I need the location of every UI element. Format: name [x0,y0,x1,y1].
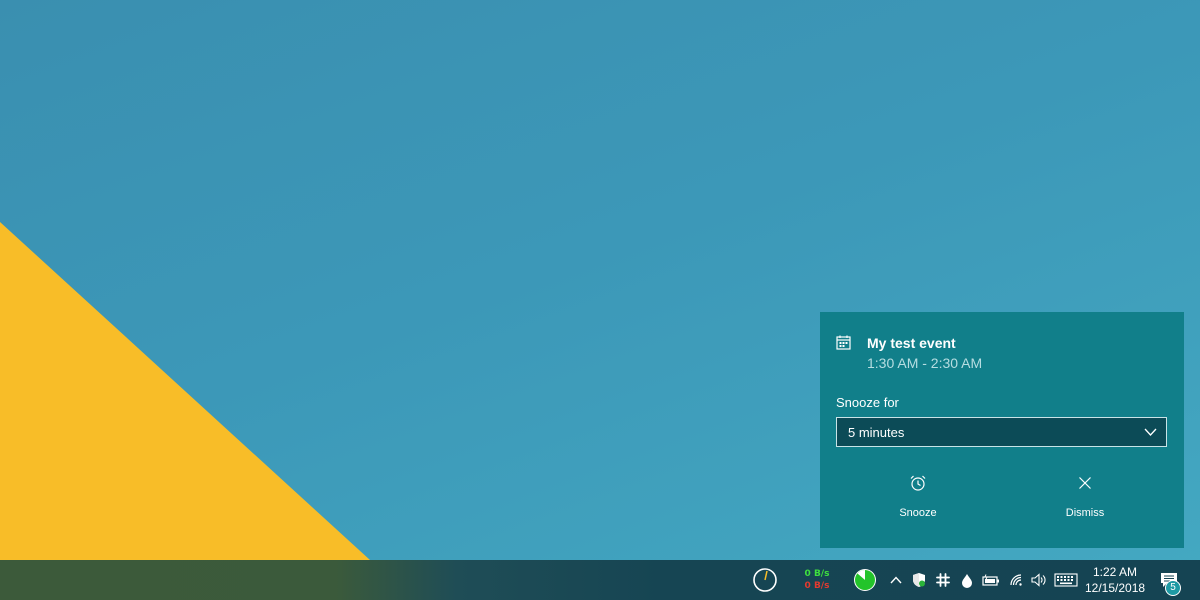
cpu-gauge-icon [753,568,777,592]
battery-icon [982,574,999,586]
taskbar-clock[interactable]: 1:22 AM 12/15/2018 [1085,564,1145,596]
water-drop-icon [962,573,972,588]
keyboard-icon [1054,573,1078,587]
taskbar: 0 B/s 0 B/s 1:22 AM 12/15/2018 [0,560,1200,600]
desktop: My test event 1:30 AM - 2:30 AM Snooze f… [0,0,1200,600]
snooze-duration-value: 5 minutes [848,425,905,440]
network-speed-meter[interactable]: 0 B/s 0 B/s [800,568,834,592]
chevron-up-icon [890,576,902,584]
slack-tray-item[interactable] [933,560,953,600]
memory-usage-item[interactable] [850,560,880,600]
snooze-duration-dropdown[interactable]: 5 minutes [836,417,1167,447]
memory-usage-icon [854,569,876,591]
dismiss-button[interactable]: Dismiss [1005,462,1165,532]
slack-icon [936,573,950,587]
clock-date: 12/15/2018 [1085,581,1146,595]
cpu-gauge-item[interactable] [750,560,780,600]
volume-icon [1031,573,1046,587]
snooze-button-label: Snooze [899,507,937,519]
battery-tray-item[interactable] [980,560,1002,600]
upload-speed: 0 B/s [804,569,830,579]
snooze-label: Snooze for [836,395,899,410]
touch-keyboard-button[interactable] [1052,560,1080,600]
volume-tray-item[interactable] [1028,560,1050,600]
calendar-icon [836,335,851,350]
wifi-tray-item[interactable] [1006,560,1028,600]
chevron-down-icon [1144,428,1157,436]
security-tray-item[interactable] [909,560,929,600]
reminder-notification[interactable]: My test event 1:30 AM - 2:30 AM Snooze f… [820,312,1184,548]
alarm-clock-icon [910,475,926,491]
download-speed: 0 B/s [804,581,830,591]
dismiss-button-label: Dismiss [1065,507,1105,519]
drop-tray-item[interactable] [957,560,977,600]
event-title: My test event [867,335,956,351]
close-icon [1079,477,1091,489]
snooze-button[interactable]: Snooze [838,462,998,532]
notification-count-badge: 5 [1165,580,1181,596]
show-hidden-icons-button[interactable] [886,560,906,600]
event-time: 1:30 AM - 2:30 AM [867,355,983,371]
shield-icon [913,573,925,587]
clock-time: 1:22 AM [1092,565,1138,579]
wifi-icon [1010,574,1022,586]
